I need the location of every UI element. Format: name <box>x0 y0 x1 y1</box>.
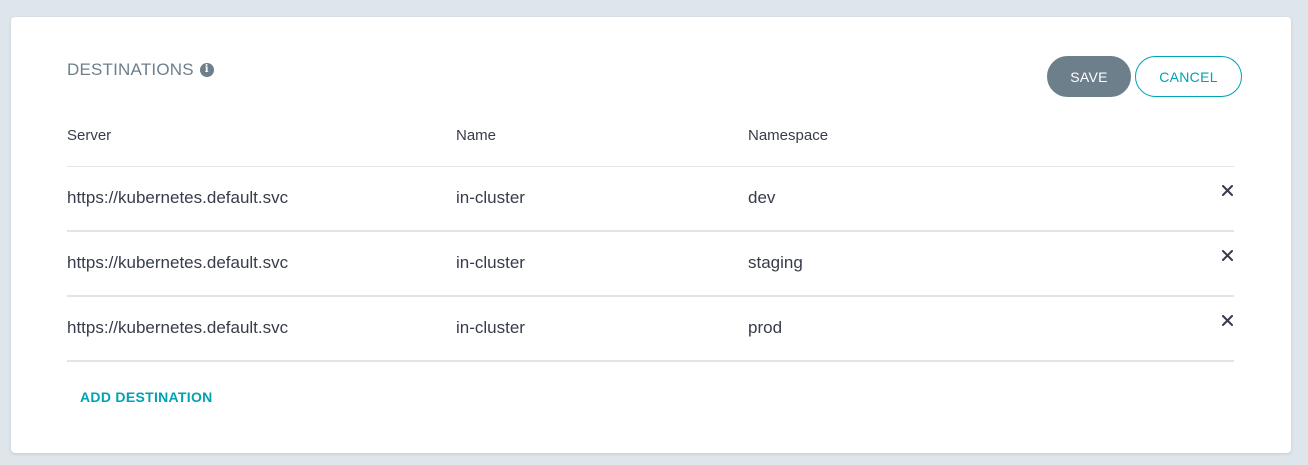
table-row: https://kubernetes.default.svc in-cluste… <box>67 232 1234 297</box>
close-icon[interactable] <box>1220 181 1234 199</box>
header-name: Name <box>456 127 497 144</box>
row-name: in-cluster <box>456 188 525 207</box>
destinations-table: Server Name Namespace https://kubernetes… <box>67 116 1234 362</box>
row-server: https://kubernetes.default.svc <box>67 188 289 207</box>
add-destination-button[interactable]: ADD DESTINATION <box>80 389 213 405</box>
table-row: https://kubernetes.default.svc in-cluste… <box>67 167 1234 232</box>
close-icon[interactable] <box>1220 246 1234 264</box>
section-title: DESTINATIONS <box>67 60 194 79</box>
row-server: https://kubernetes.default.svc <box>67 253 289 272</box>
row-namespace: dev <box>748 188 776 207</box>
row-name: in-cluster <box>456 253 525 272</box>
row-namespace: prod <box>748 318 783 337</box>
save-button[interactable]: SAVE <box>1047 56 1131 97</box>
table-header: Server Name Namespace <box>67 116 1234 167</box>
close-icon[interactable] <box>1220 311 1234 329</box>
row-server: https://kubernetes.default.svc <box>67 318 289 337</box>
section-header: DESTINATIONS i <box>67 60 214 80</box>
header-server: Server <box>67 127 112 144</box>
destinations-card: DESTINATIONS i SAVE CANCEL Server Name N… <box>11 17 1291 453</box>
cancel-button[interactable]: CANCEL <box>1135 56 1242 97</box>
header-namespace: Namespace <box>748 127 829 144</box>
info-icon[interactable]: i <box>199 63 214 77</box>
table-row: https://kubernetes.default.svc in-cluste… <box>67 297 1234 362</box>
row-name: in-cluster <box>456 318 525 337</box>
row-namespace: staging <box>748 253 803 272</box>
